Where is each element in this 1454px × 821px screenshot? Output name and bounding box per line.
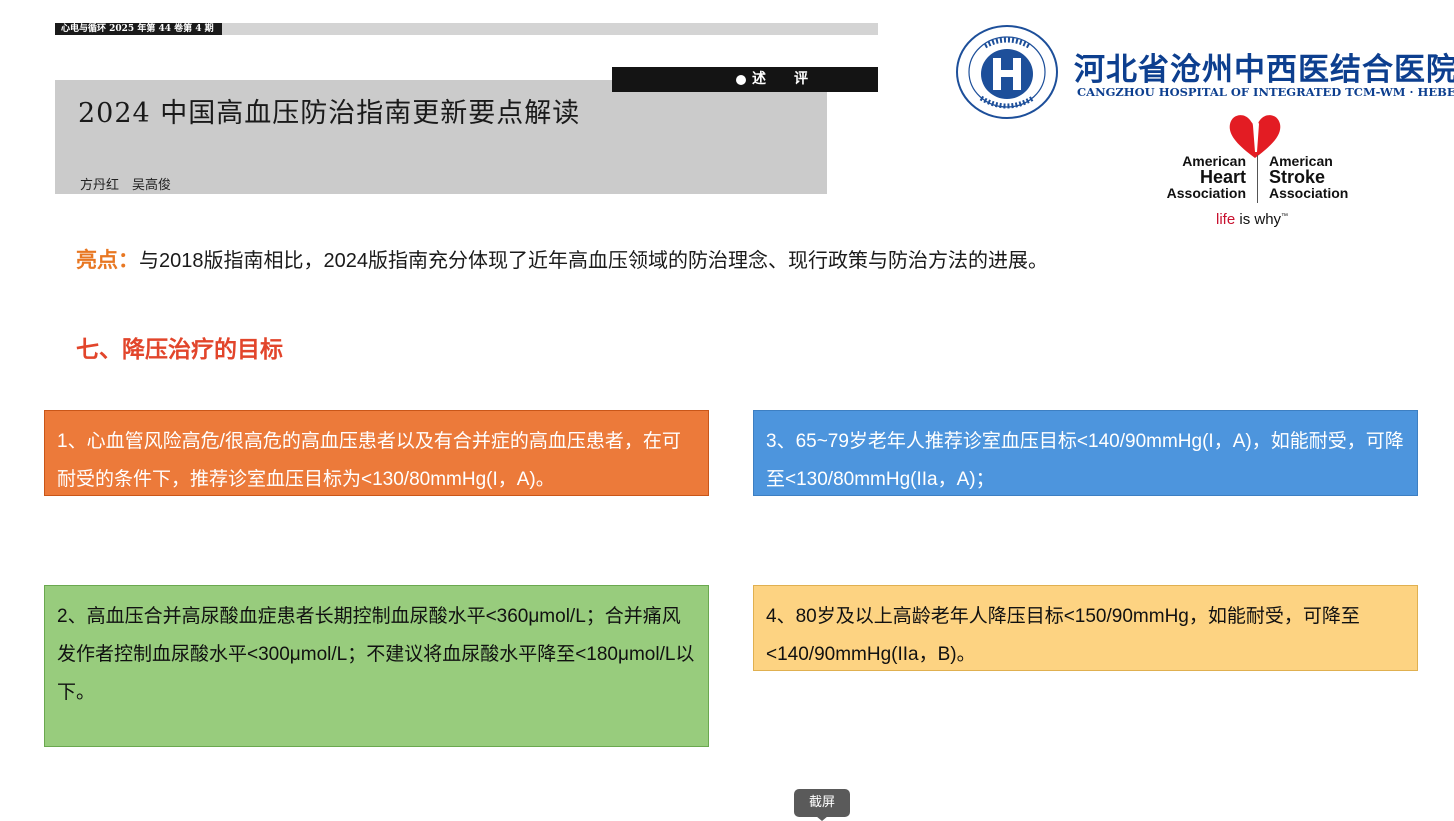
highlight-line: 亮点：与2018版指南相比，2024版指南充分体现了近年高血压领域的防治理念、现… <box>76 244 1048 274</box>
section-label: 述 评 <box>752 71 808 87</box>
target-card-2: 2、高血压合并高尿酸血症患者长期控制血尿酸水平<360μmol/L；合并痛风发作… <box>44 585 709 747</box>
aha-divider <box>1257 155 1258 203</box>
target-card-4: 4、80岁及以上高龄老年人降压目标<150/90mmHg，如能耐受，可降至<14… <box>753 585 1418 671</box>
hospital-name-cn: 河北省沧州中西医结合医院 <box>1074 52 1454 88</box>
highlight-label: 亮点： <box>76 249 139 272</box>
aha-stroke-wordmark: American Stroke Association <box>1269 153 1379 201</box>
aha-line: Heart <box>1199 167 1246 187</box>
journal-issue: 心电与循环 2025 年第 44 卷第 4 期 <box>55 23 222 35</box>
aha-line: Association <box>1166 185 1246 201</box>
aha-heart-wordmark: American Heart Association <box>1150 153 1246 201</box>
section-label-bar: 述 评 <box>612 67 878 92</box>
section-heading: 七、降压治疗的目标 <box>76 336 283 362</box>
screenshot-tooltip: 截屏 <box>794 789 850 817</box>
hospital-emblem-icon <box>956 25 1058 119</box>
aha-tagline: life is why™ <box>1216 211 1289 228</box>
aha-line: Association <box>1269 185 1349 201</box>
article-title: 2024 中国高血压防治指南更新要点解读 <box>78 98 581 129</box>
bullet-icon <box>736 75 746 85</box>
aha-line: Stroke <box>1269 167 1326 187</box>
aha-tagline-life: life <box>1216 211 1236 228</box>
aha-tagline-rest: is why <box>1235 211 1282 228</box>
hospital-name-en: CANGZHOU HOSPITAL OF INTEGRATED TCM-WM ·… <box>1077 85 1454 99</box>
tooltip-arrow <box>816 816 828 821</box>
target-card-3: 3、65~79岁老年人推荐诊室血压目标<140/90mmHg(I，A)，如能耐受… <box>753 410 1418 496</box>
article-authors: 方丹红 吴高俊 <box>80 178 172 193</box>
highlight-text: 与2018版指南相比，2024版指南充分体现了近年高血压领域的防治理念、现行政策… <box>139 250 1048 272</box>
target-card-1: 1、心血管风险高危/很高危的高血压患者以及有合并症的高血压患者，在可耐受的条件下… <box>44 410 709 496</box>
